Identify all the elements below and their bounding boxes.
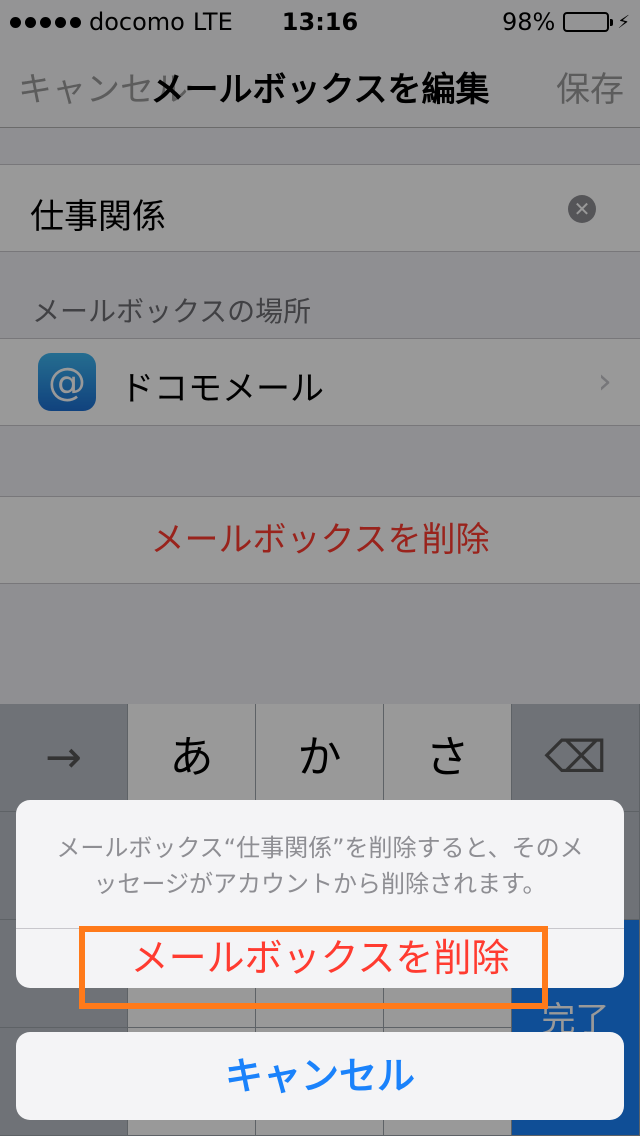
message-line: ッセージがアカウントから削除されます。 (93, 870, 547, 898)
action-sheet-message: メールボックス“仕事関係”を削除すると、そのメ ッセージがアカウントから削除され… (34, 830, 606, 902)
message-line: メールボックス“仕事関係”を削除すると、そのメ (56, 834, 584, 862)
highlight-annotation-box (79, 926, 548, 1009)
cancel-button[interactable]: キャンセル (16, 1032, 624, 1120)
